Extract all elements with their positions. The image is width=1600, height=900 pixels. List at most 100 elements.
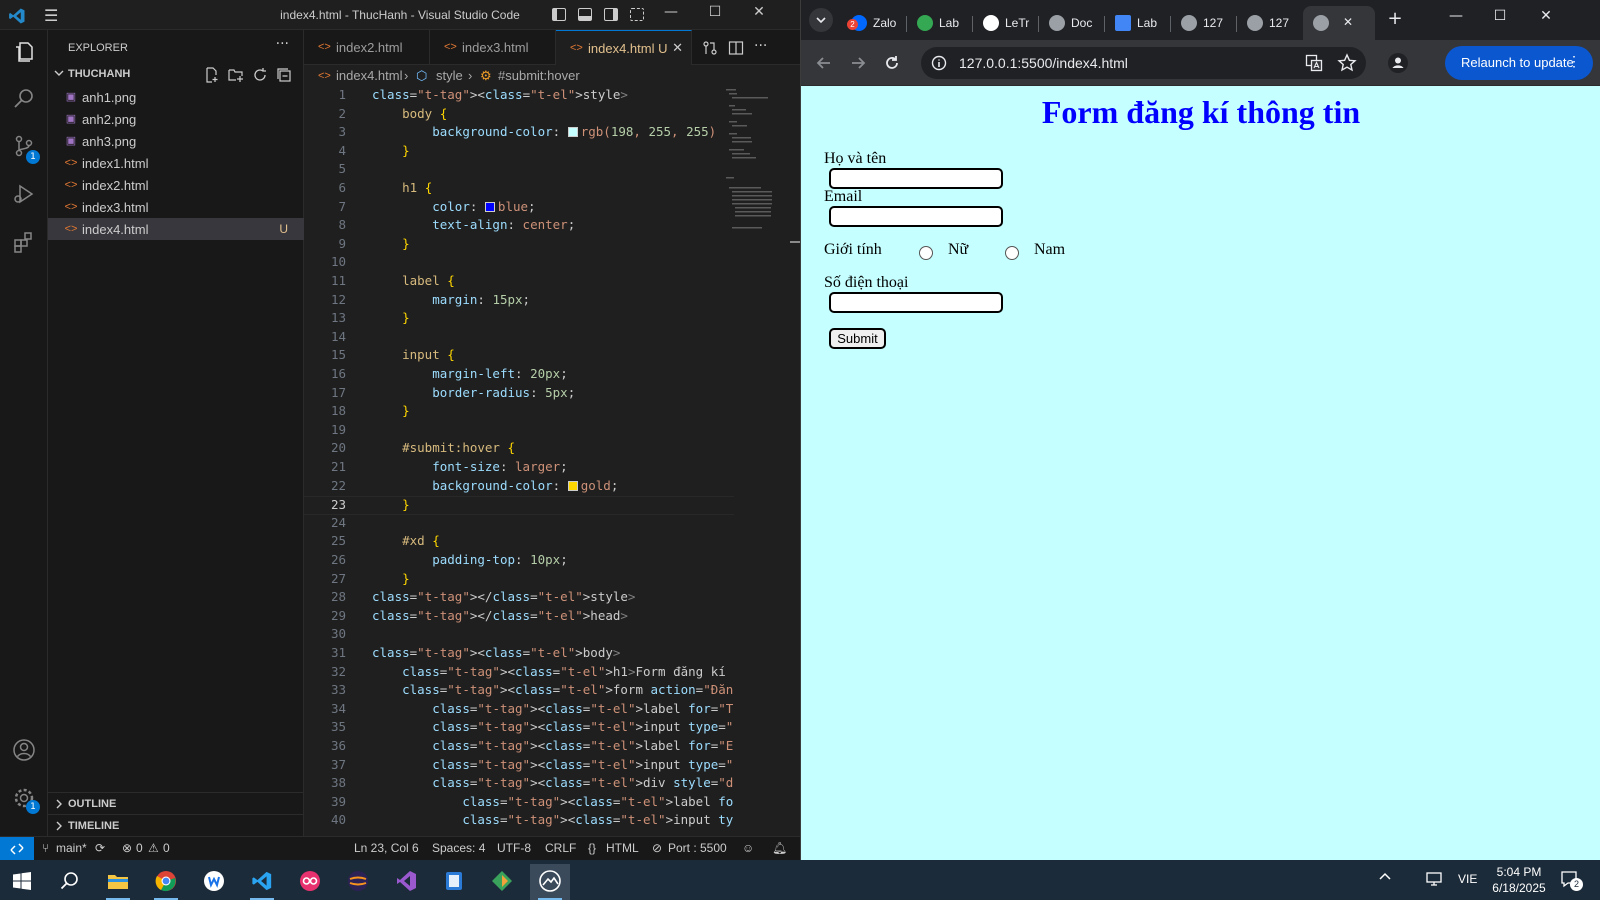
file-item-index2[interactable]: <> index2.html [48,174,304,196]
taskbar-app-button[interactable] [338,864,378,900]
code-line[interactable]: 29 class="t-tag"></class="t-el">head> [304,608,734,627]
system-clock[interactable]: 5:04 PM 6/18/2025 [1484,864,1554,896]
phone-input[interactable] [829,292,1003,313]
tab-index4[interactable]: <> index4.html U ✕ [556,30,692,65]
file-item-index1[interactable]: <> index1.html [48,152,304,174]
code-line[interactable]: 30 [304,626,734,645]
minimize-icon[interactable]: — [1441,8,1471,24]
code-line[interactable]: 27 } [304,571,734,590]
language-mode[interactable]: HTML [606,841,639,855]
code-line[interactable]: 34 class="t-tag"><class="t-el">label for… [304,701,734,720]
line-ending[interactable]: CRLF [545,841,576,855]
tab-index3[interactable]: <> index3.html [430,30,556,65]
close-icon[interactable]: ✕ [1531,8,1561,24]
taskbar-app-button[interactable] [290,864,330,900]
file-item-index3[interactable]: <> index3.html [48,196,304,218]
code-line[interactable]: 36 class="t-tag"><class="t-el">label for… [304,738,734,757]
editor-scrollbar[interactable] [788,87,800,836]
taskbar-app-button[interactable] [386,864,426,900]
sync-icon[interactable]: ⟳ [95,841,105,855]
error-count[interactable]: 0 [136,841,143,855]
run-debug-icon[interactable] [12,182,36,206]
more-actions-icon[interactable]: ··· [276,36,289,52]
browser-tab[interactable]: Doc [1039,6,1105,40]
code-line[interactable]: 37 class="t-tag"><class="t-el">input typ… [304,757,734,776]
minimize-icon[interactable]: — [656,4,686,20]
code-line[interactable]: 25 #xd { [304,533,734,552]
new-tab-button[interactable]: + [1383,8,1407,29]
code-line[interactable]: 22 background-color: gold; [304,478,734,497]
explorer-icon[interactable] [12,40,36,64]
warning-count[interactable]: 0 [163,841,170,855]
breadcrumb-style[interactable]: style [436,68,463,83]
tab-search-icon[interactable] [809,8,833,32]
code-line[interactable]: 7 color: blue; [304,199,734,218]
input-language[interactable]: VIE [1458,872,1477,886]
code-line[interactable]: 1 class="t-tag"><class="t-el">style> [304,87,734,106]
back-icon[interactable] [813,52,835,74]
code-line[interactable]: 23 } [304,496,734,516]
code-line[interactable]: 5 [304,161,734,180]
code-line[interactable]: 40 class="t-tag"><class="t-el">input typ… [304,812,734,831]
file-explorer-button[interactable] [98,864,138,900]
customize-layout-icon[interactable] [630,8,644,21]
live-server-port[interactable]: Port : 5500 [668,841,727,855]
vscode-button[interactable] [242,864,282,900]
code-line[interactable]: 12 margin: 15px; [304,292,734,311]
taskbar-app-button[interactable] [482,864,522,900]
new-file-icon[interactable] [204,67,220,83]
address-bar[interactable]: 127.0.0.1:5500/index4.html [921,47,1366,79]
search-icon[interactable] [12,86,36,110]
code-line[interactable]: 2 body { [304,106,734,125]
maximize-icon[interactable]: ☐ [700,4,730,20]
collapse-all-icon[interactable] [276,67,292,83]
new-folder-icon[interactable] [228,67,244,83]
browser-tab[interactable]: Lab [907,6,973,40]
toggle-primary-sidebar-icon[interactable] [552,8,566,21]
open-changes-icon[interactable] [702,40,718,56]
code-line[interactable]: 38 class="t-tag"><class="t-el">div style… [304,775,734,794]
maximize-icon[interactable]: ☐ [1485,8,1515,24]
profile-avatar-icon[interactable] [1387,52,1409,74]
email-input[interactable] [829,206,1003,227]
code-line[interactable]: 3 background-color: rgb(198, 255, 255) [304,124,734,143]
close-tab-icon[interactable]: ✕ [1343,15,1353,29]
split-editor-icon[interactable] [728,40,744,56]
file-item-index4[interactable]: <> index4.html U [48,218,304,240]
code-line[interactable]: 16 margin-left: 20px; [304,366,734,385]
remote-indicator-icon[interactable] [0,837,34,861]
code-line[interactable]: 14 [304,329,734,348]
start-button[interactable] [2,864,42,900]
code-editor[interactable]: 1 class="t-tag"><class="t-el">style> 2 bod… [304,87,734,836]
code-line[interactable]: 17 border-radius: 5px; [304,385,734,404]
code-line[interactable]: 6 h1 { [304,180,734,199]
translate-icon[interactable] [1305,54,1323,72]
close-tab-icon[interactable]: ✕ [672,40,683,56]
chevron-up-icon[interactable] [1378,870,1392,884]
url-text[interactable]: 127.0.0.1:5500/index4.html [959,55,1128,71]
timeline-section[interactable]: TIMELINE [48,814,304,836]
file-item-anh2[interactable]: ▣ anh2.png [48,108,304,130]
network-icon[interactable] [1426,870,1444,888]
branch-name[interactable]: main* [56,841,87,855]
accounts-icon[interactable] [12,738,36,762]
name-input[interactable] [829,168,1003,189]
toggle-panel-icon[interactable] [578,8,592,21]
chrome-button[interactable] [146,864,186,900]
extensions-icon[interactable] [12,230,36,254]
taskbar-app-button[interactable] [434,864,474,900]
code-line[interactable]: 8 text-align: center; [304,217,734,236]
folder-header[interactable]: THUCHANH [48,64,304,86]
refresh-icon[interactable] [252,67,268,83]
close-icon[interactable]: ✕ [744,4,774,20]
code-line[interactable]: 33 class="t-tag"><class="t-el">form acti… [304,682,734,701]
breadcrumb-selector[interactable]: #submit:hover [498,68,580,83]
code-line[interactable]: 11 label { [304,273,734,292]
code-line[interactable]: 32 class="t-tag"><class="t-el">h1>Form đ… [304,664,734,683]
reload-icon[interactable] [881,52,903,74]
code-line[interactable]: 35 class="t-tag"><class="t-el">input typ… [304,719,734,738]
notification-center-icon[interactable]: 2 [1558,868,1583,892]
code-line[interactable]: 39 class="t-tag"><class="t-el">label for… [304,794,734,813]
code-line[interactable]: 13 } [304,310,734,329]
browser-tab[interactable]: 127 [1237,6,1303,40]
